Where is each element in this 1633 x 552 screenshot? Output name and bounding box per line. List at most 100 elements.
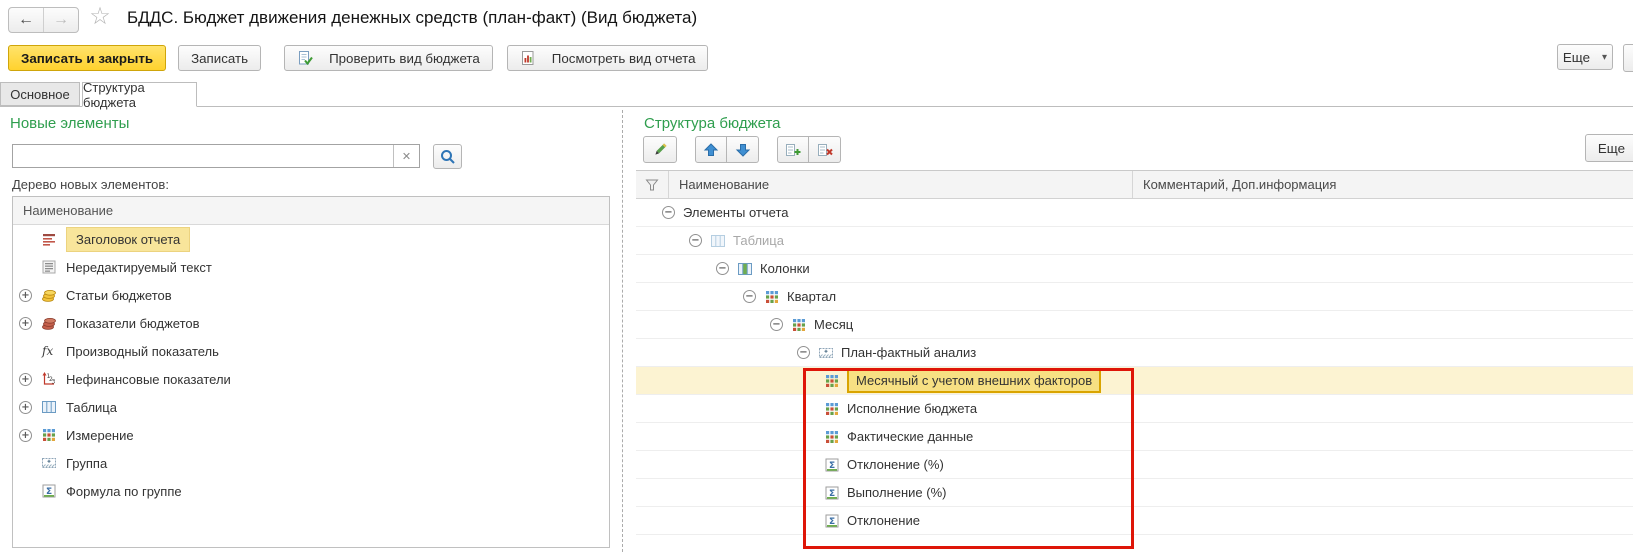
- clear-icon[interactable]: [393, 145, 419, 167]
- tree-item[interactable]: 123 Нефинансовые показатели: [13, 365, 609, 393]
- tree-remove-icon: [817, 142, 833, 158]
- structure-row[interactable]: Σ Отклонение (%): [636, 451, 1633, 479]
- tree-item[interactable]: Σ Формула по группе: [13, 477, 609, 505]
- expand-icon[interactable]: [19, 400, 32, 414]
- save-and-close-button[interactable]: Записать и закрыть: [8, 45, 167, 71]
- tree-item-label: Таблица: [66, 399, 117, 415]
- search-input[interactable]: [13, 145, 393, 167]
- collapse-icon[interactable]: [797, 346, 810, 359]
- collapse-icon[interactable]: [770, 318, 783, 331]
- arrow-up-icon: [703, 142, 719, 158]
- table-icon: [41, 399, 57, 415]
- structure-row[interactable]: Колонки: [636, 255, 1633, 283]
- expand-icon[interactable]: [19, 288, 32, 302]
- nonfinancial-123-icon: 123: [41, 371, 57, 387]
- expand-icon[interactable]: [19, 428, 32, 442]
- add-to-structure-button[interactable]: [777, 136, 809, 163]
- preview-report-label: Посмотреть вид отчета: [551, 50, 696, 66]
- dimension-grid-icon: [764, 289, 780, 305]
- structure-row-label: Колонки: [760, 261, 810, 276]
- new-elements-tree: Наименование Заголовок отчета Нередактир…: [12, 196, 610, 548]
- move-down-button[interactable]: [727, 136, 759, 163]
- structure-row[interactable]: Квартал: [636, 283, 1633, 311]
- right-panel-title: Структура бюджета: [644, 115, 781, 132]
- tree-item[interactable]: Таблица: [13, 393, 609, 421]
- sigma-icon: Σ: [824, 513, 840, 529]
- check-budget-view-button[interactable]: Проверить вид бюджета: [284, 45, 493, 71]
- expand-icon[interactable]: [19, 372, 32, 386]
- sigma-icon: Σ: [41, 483, 57, 499]
- funnel-icon: [644, 177, 660, 193]
- structure-row[interactable]: План-фактный анализ: [636, 339, 1633, 367]
- search-button[interactable]: [433, 144, 462, 169]
- structure-row-label: План-фактный анализ: [841, 345, 977, 360]
- check-budget-view-label: Проверить вид бюджета: [329, 50, 480, 66]
- filter-column-header[interactable]: [636, 171, 669, 198]
- svg-text:fx: fx: [41, 344, 53, 358]
- collapse-icon[interactable]: [662, 206, 675, 219]
- structure-row-label: Месяц: [814, 317, 854, 332]
- search-field-wrap: [12, 144, 420, 168]
- tree-item[interactable]: Нередактируемый текст: [13, 253, 609, 281]
- move-up-button[interactable]: [695, 136, 727, 163]
- coins-yellow-icon: [41, 287, 57, 303]
- search-icon: [439, 148, 457, 166]
- sigma-icon: Σ: [824, 485, 840, 501]
- dimension-grid-icon: [824, 401, 840, 417]
- tree-item[interactable]: Показатели бюджетов: [13, 309, 609, 337]
- tree-item[interactable]: Группа: [13, 449, 609, 477]
- structure-row-selected[interactable]: Месячный с учетом внешних факторов: [636, 367, 1633, 395]
- structure-row[interactable]: Таблица: [636, 227, 1633, 255]
- tree-item[interactable]: fx Производный показатель: [13, 337, 609, 365]
- check-document-icon: [297, 50, 313, 66]
- tab-main[interactable]: Основное: [0, 82, 80, 106]
- collapse-icon[interactable]: [743, 290, 756, 303]
- column-header-comment[interactable]: Комментарий, Доп.информация: [1132, 171, 1336, 198]
- back-button[interactable]: [9, 8, 44, 32]
- table-icon: [710, 233, 726, 249]
- preview-report-button[interactable]: Посмотреть вид отчета: [506, 45, 709, 71]
- clipped-button[interactable]: [1623, 44, 1633, 72]
- structure-row-label: Исполнение бюджета: [847, 401, 978, 416]
- sigma-icon: Σ: [824, 457, 840, 473]
- favorite-star-icon[interactable]: [86, 2, 114, 32]
- coins-red-icon: [41, 315, 57, 331]
- tree-item[interactable]: Статьи бюджетов: [13, 281, 609, 309]
- new-elements-panel: Новые элементы Дерево новых элементов: Н…: [0, 107, 622, 552]
- structure-row[interactable]: Исполнение бюджета: [636, 395, 1633, 423]
- structure-more-button[interactable]: Еще: [1585, 134, 1633, 162]
- column-header-name[interactable]: Наименование: [669, 177, 769, 192]
- structure-row-label: Элементы отчета: [683, 205, 789, 220]
- remove-from-structure-button[interactable]: [809, 136, 841, 163]
- forward-button[interactable]: [44, 8, 78, 32]
- svg-text:3: 3: [52, 379, 56, 386]
- more-button[interactable]: Еще: [1557, 44, 1613, 70]
- dimension-grid-icon: [824, 429, 840, 445]
- edit-button[interactable]: [643, 136, 677, 163]
- structure-row[interactable]: Элементы отчета: [636, 199, 1633, 227]
- history-nav: [8, 7, 79, 33]
- tree-item-label: Статьи бюджетов: [66, 287, 172, 303]
- structure-row[interactable]: Фактические данные: [636, 423, 1633, 451]
- pencil-icon: [652, 142, 668, 158]
- panel-splitter[interactable]: [622, 110, 623, 552]
- structure-row-label: Выполнение (%): [847, 485, 947, 500]
- tree-item-label: Показатели бюджетов: [66, 315, 200, 331]
- structure-row[interactable]: Месяц: [636, 311, 1633, 339]
- tree-item[interactable]: Заголовок отчета: [13, 225, 609, 253]
- tree-item[interactable]: Измерение: [13, 421, 609, 449]
- tab-budget-structure[interactable]: Структура бюджета: [82, 80, 197, 110]
- structure-row[interactable]: Σ Выполнение (%): [636, 479, 1633, 507]
- budget-structure-panel: Структура бюджета Еще Наименование Комме…: [636, 107, 1633, 552]
- column-header-name[interactable]: Наименование: [13, 197, 609, 225]
- save-button[interactable]: Записать: [178, 45, 262, 71]
- columns-icon: [737, 261, 753, 277]
- tree-item-label: Нефинансовые показатели: [66, 371, 231, 387]
- structure-row-label: Таблица: [733, 233, 784, 248]
- collapse-icon[interactable]: [689, 234, 702, 247]
- collapse-icon[interactable]: [716, 262, 729, 275]
- arrow-down-icon: [735, 142, 751, 158]
- structure-row[interactable]: Σ Отклонение: [636, 507, 1633, 535]
- page-title: БДДС. Бюджет движения денежных средств (…: [127, 8, 698, 27]
- expand-icon[interactable]: [19, 316, 32, 330]
